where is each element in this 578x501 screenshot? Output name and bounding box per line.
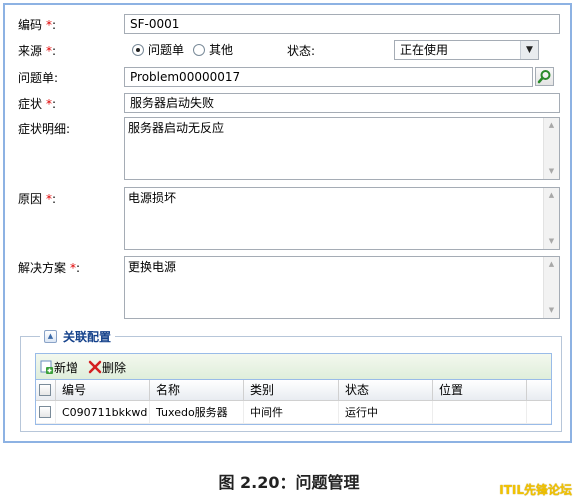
table-row[interactable]: C090711bkkwd Tuxedo服务器 中间件 运行中 [36,401,551,424]
collapse-up-icon[interactable]: ▲ [44,329,57,343]
column-header-status[interactable]: 状态 [339,380,433,400]
row-select-cell [36,401,56,423]
cell-location [433,401,527,423]
chevron-down-icon[interactable]: ▼ [520,41,538,59]
scroll-up-icon[interactable]: ▲ [544,257,559,272]
related-config-title: 关联配置 [63,329,112,344]
symptom-detail-label: 症状明细: [18,122,71,136]
symptom-detail-textarea[interactable]: 服务器启动无反应 ▲ ▼ [124,117,560,180]
scroll-down-icon[interactable]: ▼ [544,234,559,249]
status-label: 状态: [287,44,316,58]
vertical-scrollbar[interactable]: ▲ ▼ [543,257,559,318]
cell-name: Tuxedo服务器 [150,401,244,423]
magnifier-icon [537,70,551,84]
source-radio-other[interactable] [193,44,205,56]
solution-label: 解决方案 *: [18,261,81,275]
add-button[interactable]: 新增 [40,358,78,376]
related-config-legend: ▲ 关联配置 [40,327,116,345]
cause-text: 电源损坏 [128,191,177,205]
scroll-up-icon[interactable]: ▲ [544,188,559,203]
figure-caption: 图 2.20：问题管理 [218,473,360,492]
symptom-label: 症状 *: [18,97,57,111]
cause-label: 原因 *: [18,192,57,206]
delete-button[interactable]: 删除 [88,358,126,376]
select-all-checkbox[interactable] [39,384,51,396]
scroll-down-icon[interactable]: ▼ [544,303,559,318]
problem-label: 问题单: [18,71,59,85]
problem-search-button[interactable] [535,67,554,86]
cell-id: C090711bkkwd [56,401,150,423]
related-toolbar: 新增 删除 [35,353,552,379]
code-label: 编码 *: [18,18,57,32]
delete-button-label: 删除 [102,360,127,375]
watermark-logo: ITIL先锋论坛 [499,483,572,497]
delete-x-icon [88,360,102,374]
solution-text: 更换电源 [128,260,177,274]
grid-header: 编号 名称 类别 状态 位置 [36,380,551,401]
symptom-field[interactable]: 服务器启动失败 [124,93,560,113]
vertical-scrollbar[interactable]: ▲ ▼ [543,118,559,179]
source-radio-problem[interactable] [132,44,144,56]
source-option-problem-label: 问题单 [148,43,185,57]
code-field[interactable]: SF-0001 [124,14,560,34]
cause-textarea[interactable]: 电源损坏 ▲ ▼ [124,187,560,250]
column-header-name[interactable]: 名称 [150,380,244,400]
add-icon [40,360,53,374]
problem-form-panel: 编码 *: SF-0001 来源 *: 问题单 其他 状态: 正在使用 ▼ 问题单:… [3,3,572,443]
cell-status: 运行中 [339,401,433,423]
cell-category: 中间件 [244,401,339,423]
row-checkbox[interactable] [39,406,51,418]
source-option-other-label: 其他 [209,43,234,57]
add-button-label: 新增 [54,360,79,375]
related-config-grid: 编号 名称 类别 状态 位置 C090711bkkwd Tuxedo服务器 中间… [35,379,552,425]
scroll-down-icon[interactable]: ▼ [544,164,559,179]
symptom-detail-text: 服务器启动无反应 [128,121,225,135]
column-header-id[interactable]: 编号 [56,380,150,400]
status-select-value: 正在使用 [400,43,449,57]
vertical-scrollbar[interactable]: ▲ ▼ [543,188,559,249]
source-label: 来源 *: [18,44,57,58]
solution-textarea[interactable]: 更换电源 ▲ ▼ [124,256,560,319]
column-header-location[interactable]: 位置 [433,380,527,400]
scroll-up-icon[interactable]: ▲ [544,118,559,133]
column-header-category[interactable]: 类别 [244,380,339,400]
status-select[interactable]: 正在使用 ▼ [394,40,539,60]
header-select-all-cell [36,380,56,400]
problem-field[interactable]: Problem00000017 [124,67,533,87]
